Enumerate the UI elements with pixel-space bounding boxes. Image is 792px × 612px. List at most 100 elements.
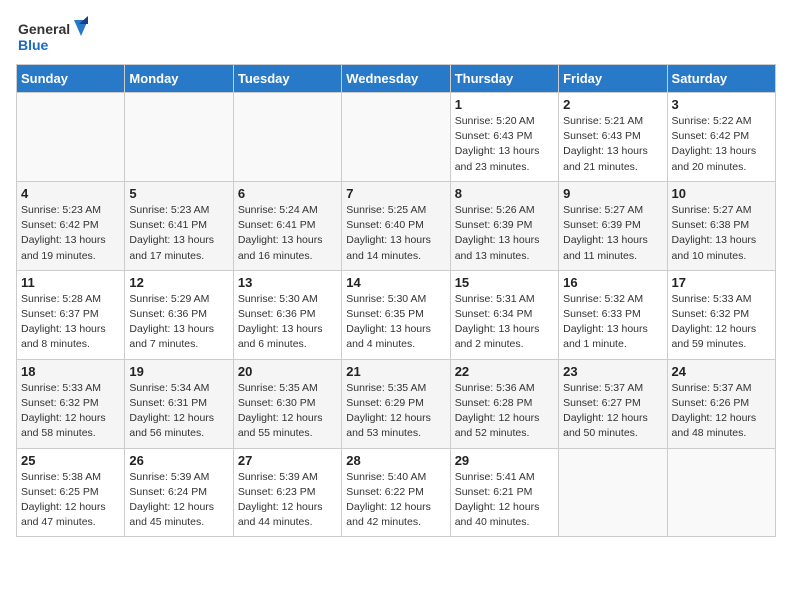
calendar-day-cell: [17, 93, 125, 182]
svg-text:General: General: [18, 21, 70, 37]
calendar-day-cell: 9 Sunrise: 5:27 AMSunset: 6:39 PMDaylight…: [559, 181, 667, 270]
day-info: Sunrise: 5:37 AMSunset: 6:26 PMDaylight:…: [672, 381, 771, 442]
weekday-header-row: SundayMondayTuesdayWednesdayThursdayFrid…: [17, 65, 776, 93]
weekday-header-sunday: Sunday: [17, 65, 125, 93]
calendar-day-cell: 24 Sunrise: 5:37 AMSunset: 6:26 PMDayligh…: [667, 359, 775, 448]
weekday-header-thursday: Thursday: [450, 65, 558, 93]
day-number: 17: [672, 275, 771, 290]
day-number: 22: [455, 364, 554, 379]
day-info: Sunrise: 5:35 AMSunset: 6:29 PMDaylight:…: [346, 381, 445, 442]
calendar-day-cell: 7 Sunrise: 5:25 AMSunset: 6:40 PMDaylight…: [342, 181, 450, 270]
calendar-day-cell: 26 Sunrise: 5:39 AMSunset: 6:24 PMDayligh…: [125, 448, 233, 537]
day-info: Sunrise: 5:25 AMSunset: 6:40 PMDaylight:…: [346, 203, 445, 264]
day-info: Sunrise: 5:33 AMSunset: 6:32 PMDaylight:…: [672, 292, 771, 353]
weekday-header-saturday: Saturday: [667, 65, 775, 93]
day-number: 6: [238, 186, 337, 201]
day-info: Sunrise: 5:22 AMSunset: 6:42 PMDaylight:…: [672, 114, 771, 175]
day-info: Sunrise: 5:23 AMSunset: 6:42 PMDaylight:…: [21, 203, 120, 264]
calendar-day-cell: [233, 93, 341, 182]
day-info: Sunrise: 5:39 AMSunset: 6:23 PMDaylight:…: [238, 470, 337, 531]
day-info: Sunrise: 5:27 AMSunset: 6:39 PMDaylight:…: [563, 203, 662, 264]
day-number: 2: [563, 97, 662, 112]
day-info: Sunrise: 5:28 AMSunset: 6:37 PMDaylight:…: [21, 292, 120, 353]
day-number: 27: [238, 453, 337, 468]
calendar-day-cell: [667, 448, 775, 537]
calendar-day-cell: 29 Sunrise: 5:41 AMSunset: 6:21 PMDayligh…: [450, 448, 558, 537]
calendar-week-row: 4Sunrise: 5:23 AMSunset: 6:42 PMDaylight…: [17, 181, 776, 270]
calendar-day-cell: 8Sunrise: 5:26 AMSunset: 6:39 PMDaylight…: [450, 181, 558, 270]
day-info: Sunrise: 5:36 AMSunset: 6:28 PMDaylight:…: [455, 381, 554, 442]
calendar-day-cell: 27 Sunrise: 5:39 AMSunset: 6:23 PMDayligh…: [233, 448, 341, 537]
calendar-day-cell: 19 Sunrise: 5:34 AMSunset: 6:31 PMDayligh…: [125, 359, 233, 448]
day-number: 18: [21, 364, 120, 379]
svg-text:Blue: Blue: [18, 37, 49, 53]
calendar-day-cell: 1Sunrise: 5:20 AMSunset: 6:43 PMDaylight…: [450, 93, 558, 182]
day-info: Sunrise: 5:30 AMSunset: 6:36 PMDaylight:…: [238, 292, 337, 353]
calendar-day-cell: 22 Sunrise: 5:36 AMSunset: 6:28 PMDayligh…: [450, 359, 558, 448]
day-number: 23: [563, 364, 662, 379]
day-info: Sunrise: 5:41 AMSunset: 6:21 PMDaylight:…: [455, 470, 554, 531]
day-number: 8: [455, 186, 554, 201]
calendar-day-cell: 18Sunrise: 5:33 AMSunset: 6:32 PMDayligh…: [17, 359, 125, 448]
calendar-day-cell: 25 Sunrise: 5:38 AMSunset: 6:25 PMDayligh…: [17, 448, 125, 537]
calendar-table: SundayMondayTuesdayWednesdayThursdayFrid…: [16, 64, 776, 537]
day-number: 1: [455, 97, 554, 112]
day-number: 24: [672, 364, 771, 379]
calendar-day-cell: 28 Sunrise: 5:40 AMSunset: 6:22 PMDayligh…: [342, 448, 450, 537]
day-info: Sunrise: 5:37 AMSunset: 6:27 PMDaylight:…: [563, 381, 662, 442]
day-number: 19: [129, 364, 228, 379]
calendar-day-cell: 13 Sunrise: 5:30 AMSunset: 6:36 PMDayligh…: [233, 270, 341, 359]
day-number: 29: [455, 453, 554, 468]
day-number: 25: [21, 453, 120, 468]
calendar-day-cell: 5Sunrise: 5:23 AMSunset: 6:41 PMDaylight…: [125, 181, 233, 270]
calendar-day-cell: 16 Sunrise: 5:32 AMSunset: 6:33 PMDayligh…: [559, 270, 667, 359]
day-number: 16: [563, 275, 662, 290]
calendar-day-cell: 14 Sunrise: 5:30 AMSunset: 6:35 PMDayligh…: [342, 270, 450, 359]
weekday-header-monday: Monday: [125, 65, 233, 93]
day-number: 11: [21, 275, 120, 290]
day-info: Sunrise: 5:34 AMSunset: 6:31 PMDaylight:…: [129, 381, 228, 442]
day-info: Sunrise: 5:21 AMSunset: 6:43 PMDaylight:…: [563, 114, 662, 175]
calendar-day-cell: 3 Sunrise: 5:22 AMSunset: 6:42 PMDaylight…: [667, 93, 775, 182]
day-info: Sunrise: 5:30 AMSunset: 6:35 PMDaylight:…: [346, 292, 445, 353]
logo-icon: GeneralBlue: [16, 16, 96, 56]
calendar-week-row: 18Sunrise: 5:33 AMSunset: 6:32 PMDayligh…: [17, 359, 776, 448]
calendar-day-cell: 6Sunrise: 5:24 AMSunset: 6:41 PMDaylight…: [233, 181, 341, 270]
day-number: 15: [455, 275, 554, 290]
day-info: Sunrise: 5:35 AMSunset: 6:30 PMDaylight:…: [238, 381, 337, 442]
day-number: 7: [346, 186, 445, 201]
day-number: 13: [238, 275, 337, 290]
page-header: GeneralBlue: [16, 16, 776, 56]
calendar-day-cell: 21 Sunrise: 5:35 AMSunset: 6:29 PMDayligh…: [342, 359, 450, 448]
weekday-header-tuesday: Tuesday: [233, 65, 341, 93]
calendar-week-row: 1Sunrise: 5:20 AMSunset: 6:43 PMDaylight…: [17, 93, 776, 182]
calendar-day-cell: 4Sunrise: 5:23 AMSunset: 6:42 PMDaylight…: [17, 181, 125, 270]
day-number: 21: [346, 364, 445, 379]
day-number: 3: [672, 97, 771, 112]
calendar-day-cell: [125, 93, 233, 182]
day-info: Sunrise: 5:29 AMSunset: 6:36 PMDaylight:…: [129, 292, 228, 353]
day-info: Sunrise: 5:27 AMSunset: 6:38 PMDaylight:…: [672, 203, 771, 264]
day-number: 9: [563, 186, 662, 201]
day-number: 10: [672, 186, 771, 201]
day-info: Sunrise: 5:40 AMSunset: 6:22 PMDaylight:…: [346, 470, 445, 531]
calendar-day-cell: 23 Sunrise: 5:37 AMSunset: 6:27 PMDayligh…: [559, 359, 667, 448]
day-info: Sunrise: 5:31 AMSunset: 6:34 PMDaylight:…: [455, 292, 554, 353]
day-number: 14: [346, 275, 445, 290]
calendar-day-cell: 2 Sunrise: 5:21 AMSunset: 6:43 PMDaylight…: [559, 93, 667, 182]
calendar-day-cell: [559, 448, 667, 537]
day-number: 28: [346, 453, 445, 468]
weekday-header-wednesday: Wednesday: [342, 65, 450, 93]
day-number: 5: [129, 186, 228, 201]
day-number: 26: [129, 453, 228, 468]
calendar-day-cell: 11 Sunrise: 5:28 AMSunset: 6:37 PMDayligh…: [17, 270, 125, 359]
day-info: Sunrise: 5:38 AMSunset: 6:25 PMDaylight:…: [21, 470, 120, 531]
day-number: 12: [129, 275, 228, 290]
weekday-header-friday: Friday: [559, 65, 667, 93]
logo: GeneralBlue: [16, 16, 96, 56]
day-info: Sunrise: 5:32 AMSunset: 6:33 PMDaylight:…: [563, 292, 662, 353]
day-info: Sunrise: 5:39 AMSunset: 6:24 PMDaylight:…: [129, 470, 228, 531]
calendar-day-cell: 17 Sunrise: 5:33 AMSunset: 6:32 PMDayligh…: [667, 270, 775, 359]
calendar-week-row: 25 Sunrise: 5:38 AMSunset: 6:25 PMDayligh…: [17, 448, 776, 537]
day-number: 20: [238, 364, 337, 379]
